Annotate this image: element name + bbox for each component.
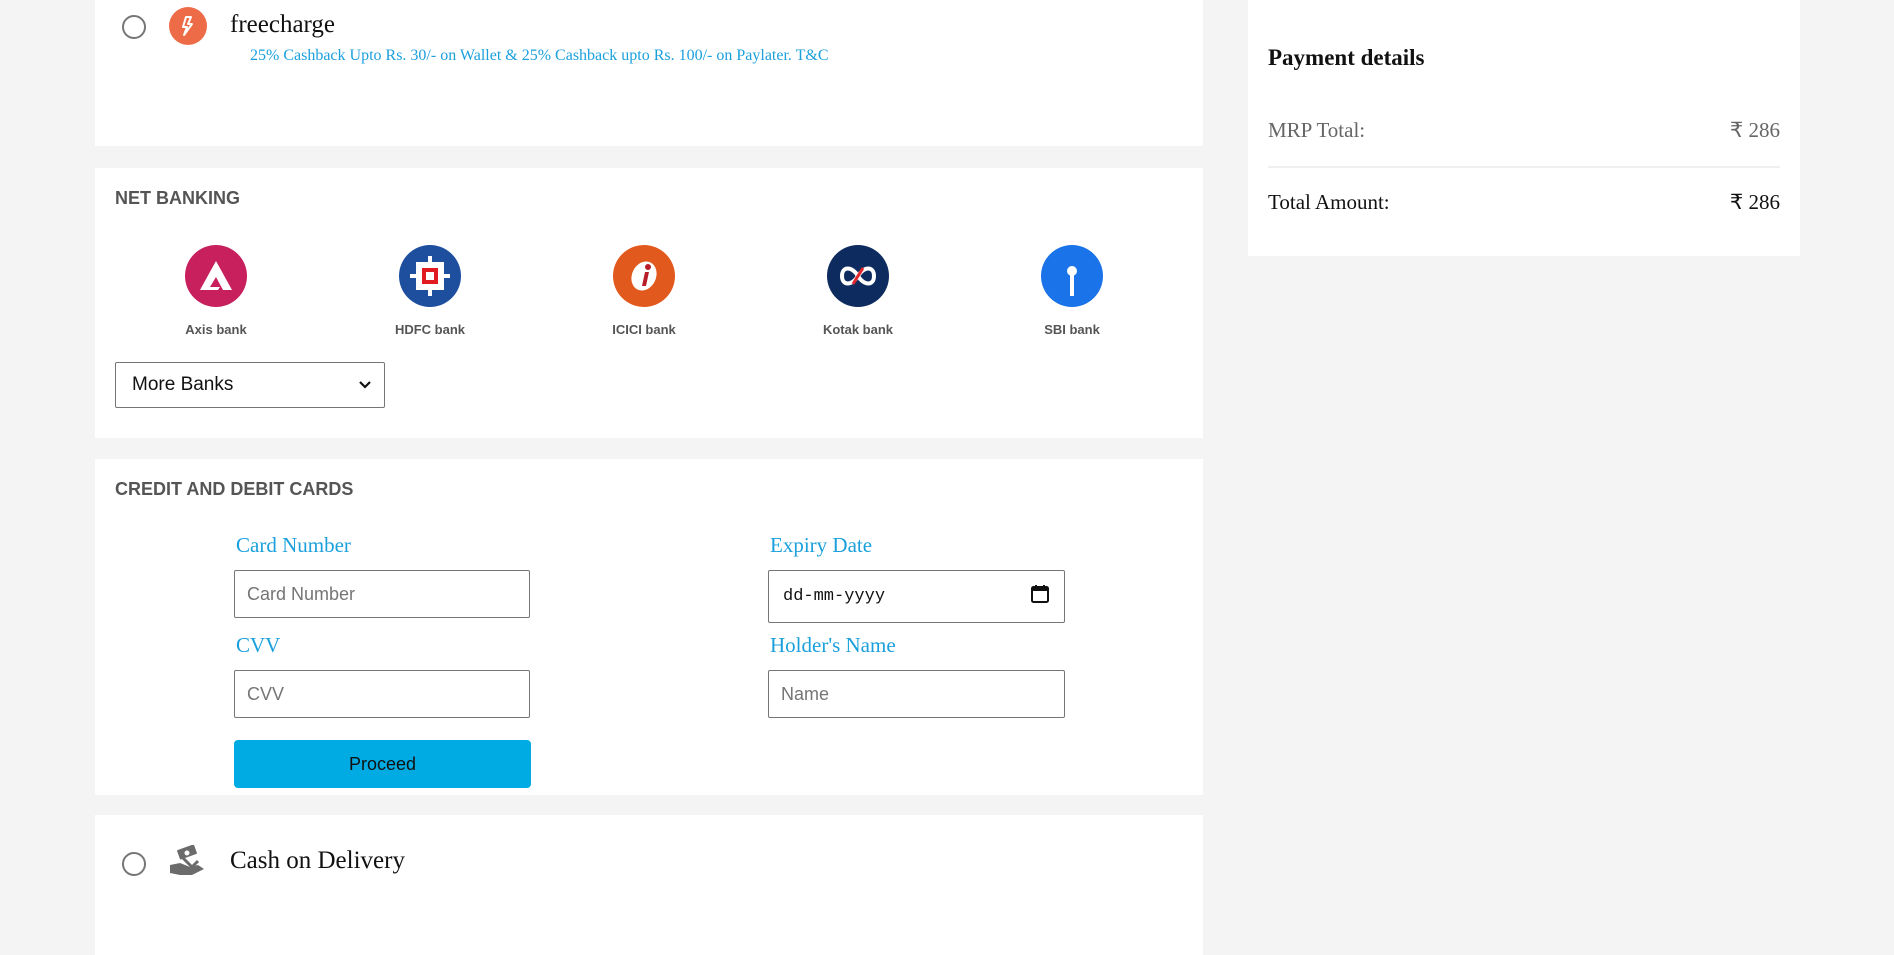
payment-details-title: Payment details [1268,45,1425,70]
wallet-offer-link[interactable]: 25% Cashback Upto Rs. 30/- on Wallet & 2… [250,47,829,65]
cod-option-panel: Cash on Delivery [95,815,1203,955]
total-amount-label: Total Amount: [1268,190,1390,214]
bank-option-kotak[interactable]: Kotak bank [803,245,913,337]
mrp-total-label: MRP Total: [1268,118,1366,142]
kotak-bank-logo-icon [827,245,889,307]
bank-option-icici[interactable]: ICICI bank [589,245,699,337]
cvv-label: CVV [236,633,281,657]
more-banks-selected-value: More Banks [132,374,234,395]
expiry-date-placeholder: dd-mm-yyyy [783,587,886,606]
wallet-name: freecharge [230,11,336,38]
bank-name-sbi: SBI bank [1044,322,1100,337]
total-amount-row: Total Amount: ₹ 286 [1268,190,1780,215]
expiry-date-input[interactable]: dd-mm-yyyy [768,570,1065,623]
payment-details-panel: Payment details MRP Total: ₹ 286 Total A… [1248,0,1800,256]
total-amount-value: ₹ 286 [1729,190,1780,214]
card-number-input[interactable] [234,570,530,618]
holder-name-label: Holder's Name [770,633,896,657]
cvv-input[interactable] [234,670,530,718]
divider [1268,166,1780,168]
sbi-bank-logo-icon [1041,245,1103,307]
freecharge-radio[interactable] [122,15,146,39]
calendar-icon[interactable] [1030,584,1050,609]
expiry-date-label: Expiry Date [770,533,873,557]
mrp-total-value: ₹ 286 [1729,118,1780,142]
bank-name-axis: Axis bank [185,322,247,337]
cod-label: Cash on Delivery [230,847,405,874]
cards-panel: CREDIT AND DEBIT CARDS Card Number Expir… [95,459,1203,795]
holder-name-input[interactable] [768,670,1065,718]
hdfc-bank-logo-icon [399,245,461,307]
axis-bank-logo-icon [185,245,247,307]
bank-option-axis[interactable]: Axis bank [161,245,271,337]
icici-bank-logo-icon [613,245,675,307]
bank-option-hdfc[interactable]: HDFC bank [375,245,485,337]
net-banking-title: NET BANKING [115,188,240,208]
cod-radio[interactable] [122,852,146,876]
mrp-total-row: MRP Total: ₹ 286 [1268,118,1780,143]
chevron-down-icon [358,374,372,396]
bank-name-kotak: Kotak bank [822,322,894,337]
bank-name-hdfc: HDFC bank [394,322,466,337]
freecharge-option-panel: freecharge 25% Cashback Upto Rs. 30/- on… [95,0,1203,146]
more-banks-select[interactable]: More Banks [115,362,385,408]
card-number-label: Card Number [236,533,351,557]
cards-title: CREDIT AND DEBIT CARDS [115,479,354,499]
freecharge-logo-icon [169,7,207,45]
bank-name-icici: ICICI bank [612,322,676,337]
proceed-button[interactable]: Proceed [234,740,531,788]
net-banking-panel: NET BANKING Axis bank HDFC bank ICICI ba… [95,168,1203,438]
cash-hand-icon [168,844,208,886]
bank-option-sbi[interactable]: SBI bank [1017,245,1127,337]
